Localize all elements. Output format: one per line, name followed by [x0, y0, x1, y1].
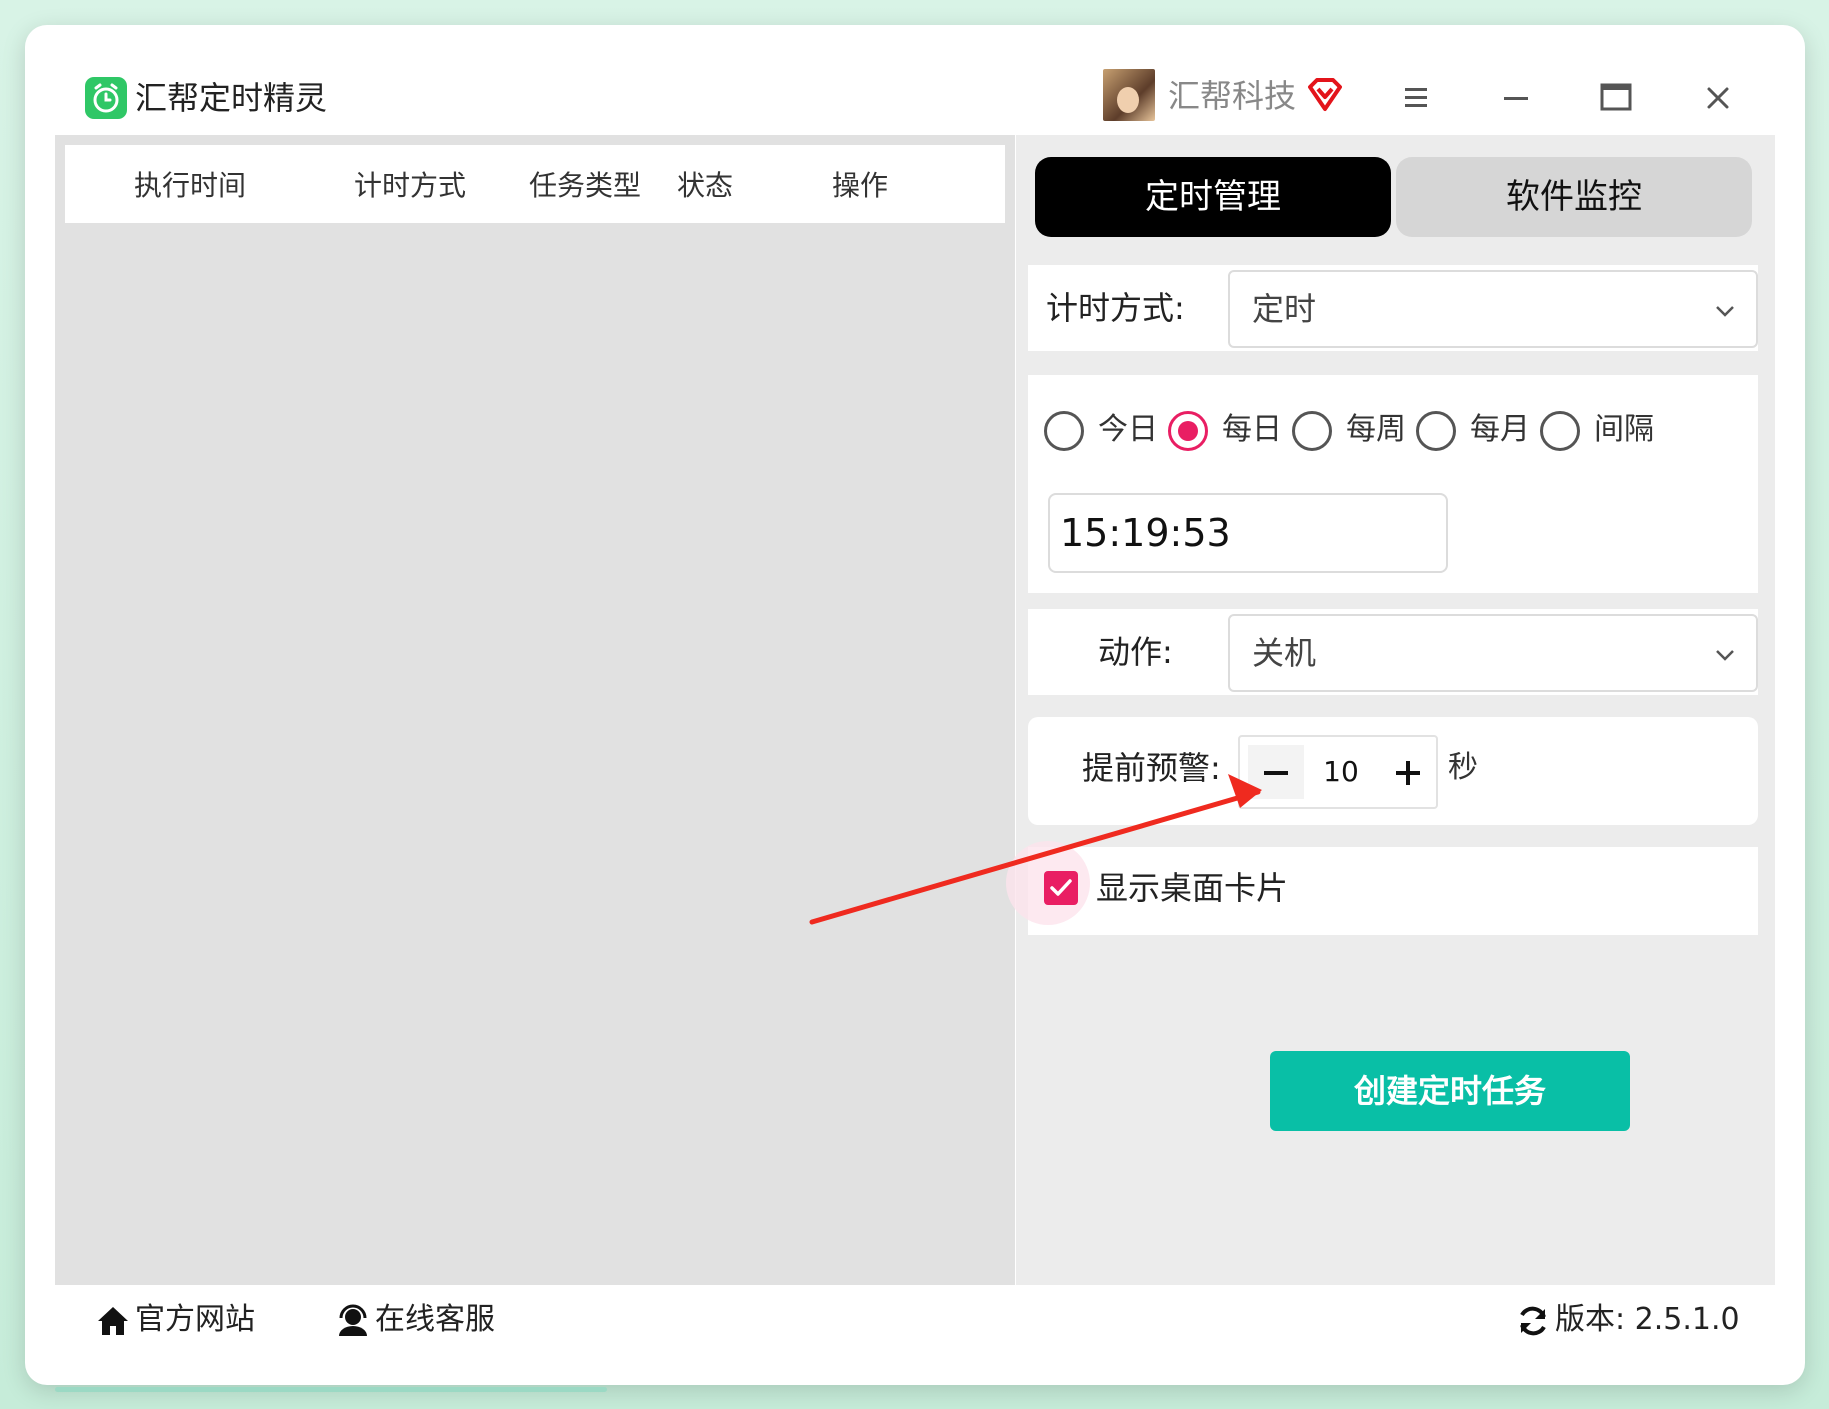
radio-today-label: 今日 [1098, 412, 1158, 447]
advance-warning-row: 提前预警: 10 秒 [1028, 717, 1758, 825]
advance-warning-stepper: 10 [1238, 735, 1438, 809]
chevron-down-icon [1716, 306, 1734, 317]
close-icon[interactable] [1695, 75, 1741, 121]
radio-interval-label: 间隔 [1594, 412, 1654, 447]
action-value: 关机 [1252, 634, 1317, 672]
radio-interval[interactable]: 间隔 [1540, 407, 1654, 453]
title-bar: 汇帮定时精灵 汇帮科技 [55, 55, 1775, 135]
avatar[interactable] [1103, 69, 1155, 121]
settings-panel: 定时管理 软件监控 计时方式: 定时 今日 每日 每周 每月 间隔 15:19:… [1006, 135, 1775, 1285]
column-header-timing-mode: 计时方式 [353, 169, 466, 202]
repeat-options-card: 今日 每日 每周 每月 间隔 15:19:53 [1028, 375, 1758, 593]
advance-warning-value[interactable]: 10 [1306, 749, 1376, 795]
column-header-status: 状态 [676, 169, 733, 202]
app-logo-icon [85, 77, 127, 119]
headset-icon [339, 1304, 367, 1336]
action-label: 动作: [1098, 633, 1173, 671]
check-icon [1050, 879, 1072, 896]
create-task-button[interactable]: 创建定时任务 [1270, 1051, 1630, 1131]
chevron-down-icon [1716, 650, 1734, 661]
user-name[interactable]: 汇帮科技 [1168, 73, 1296, 119]
footer-bar: 官方网站 在线客服 版本: 2.5.1.0 [55, 1285, 1775, 1355]
online-service-label: 在线客服 [375, 1302, 495, 1337]
home-icon [98, 1307, 128, 1335]
radio-weekly[interactable]: 每周 [1292, 407, 1406, 453]
maximize-icon[interactable] [1593, 75, 1639, 121]
advance-warning-label: 提前预警: [1082, 749, 1221, 787]
table-header: 执行时间 计时方式 任务类型 状态 操作 [65, 145, 1005, 223]
seconds-unit-label: 秒 [1448, 750, 1478, 785]
decrement-button[interactable] [1248, 745, 1304, 799]
timing-mode-value: 定时 [1252, 290, 1317, 328]
official-website-label: 官方网站 [135, 1302, 255, 1337]
horizontal-scrollbar[interactable] [55, 1387, 607, 1392]
radio-daily[interactable]: 每日 [1168, 407, 1282, 453]
minimize-icon[interactable] [1493, 75, 1539, 121]
tab-software-monitor[interactable]: 软件监控 [1396, 157, 1752, 237]
app-window: 汇帮定时精灵 汇帮科技 执行时间 计时方式 任务类型 状态 操作 定时管理 软件… [55, 55, 1775, 1355]
time-input[interactable]: 15:19:53 [1048, 493, 1448, 573]
online-service-link[interactable]: 在线客服 [335, 1297, 505, 1343]
radio-monthly-circle [1416, 411, 1456, 451]
show-desktop-card-checkbox[interactable] [1044, 871, 1078, 905]
radio-monthly-label: 每月 [1470, 412, 1530, 447]
increment-button[interactable] [1380, 745, 1436, 799]
show-desktop-card-row: 显示桌面卡片 [1006, 841, 1758, 935]
radio-weekly-circle [1292, 411, 1332, 451]
radio-weekly-label: 每周 [1346, 412, 1406, 447]
timing-mode-label: 计时方式: [1046, 289, 1185, 327]
show-desktop-card-label[interactable]: 显示桌面卡片 [1096, 865, 1288, 911]
action-select[interactable]: 关机 [1228, 614, 1758, 692]
action-row: 动作: 关机 [1028, 609, 1758, 695]
radio-interval-circle [1540, 411, 1580, 451]
column-header-actions: 操作 [831, 169, 888, 202]
version-label: 版本: 2.5.1.0 [1555, 1302, 1740, 1337]
radio-daily-circle [1168, 411, 1208, 451]
version-info[interactable]: 版本: 2.5.1.0 [1515, 1297, 1745, 1343]
radio-today[interactable]: 今日 [1044, 407, 1158, 453]
radio-monthly[interactable]: 每月 [1416, 407, 1530, 453]
radio-today-circle [1044, 411, 1084, 451]
task-table-panel: 执行时间 计时方式 任务类型 状态 操作 [55, 135, 1015, 1285]
menu-icon[interactable] [1393, 75, 1439, 121]
timing-mode-select[interactable]: 定时 [1228, 270, 1758, 348]
app-title: 汇帮定时精灵 [135, 79, 328, 117]
vip-diamond-icon[interactable] [1305, 75, 1345, 115]
column-header-exec-time: 执行时间 [133, 169, 246, 202]
timing-mode-row: 计时方式: 定时 [1028, 265, 1758, 351]
tab-schedule-management[interactable]: 定时管理 [1035, 157, 1391, 237]
refresh-icon [1520, 1306, 1546, 1336]
radio-daily-label: 每日 [1222, 412, 1282, 447]
official-website-link[interactable]: 官方网站 [95, 1297, 265, 1343]
